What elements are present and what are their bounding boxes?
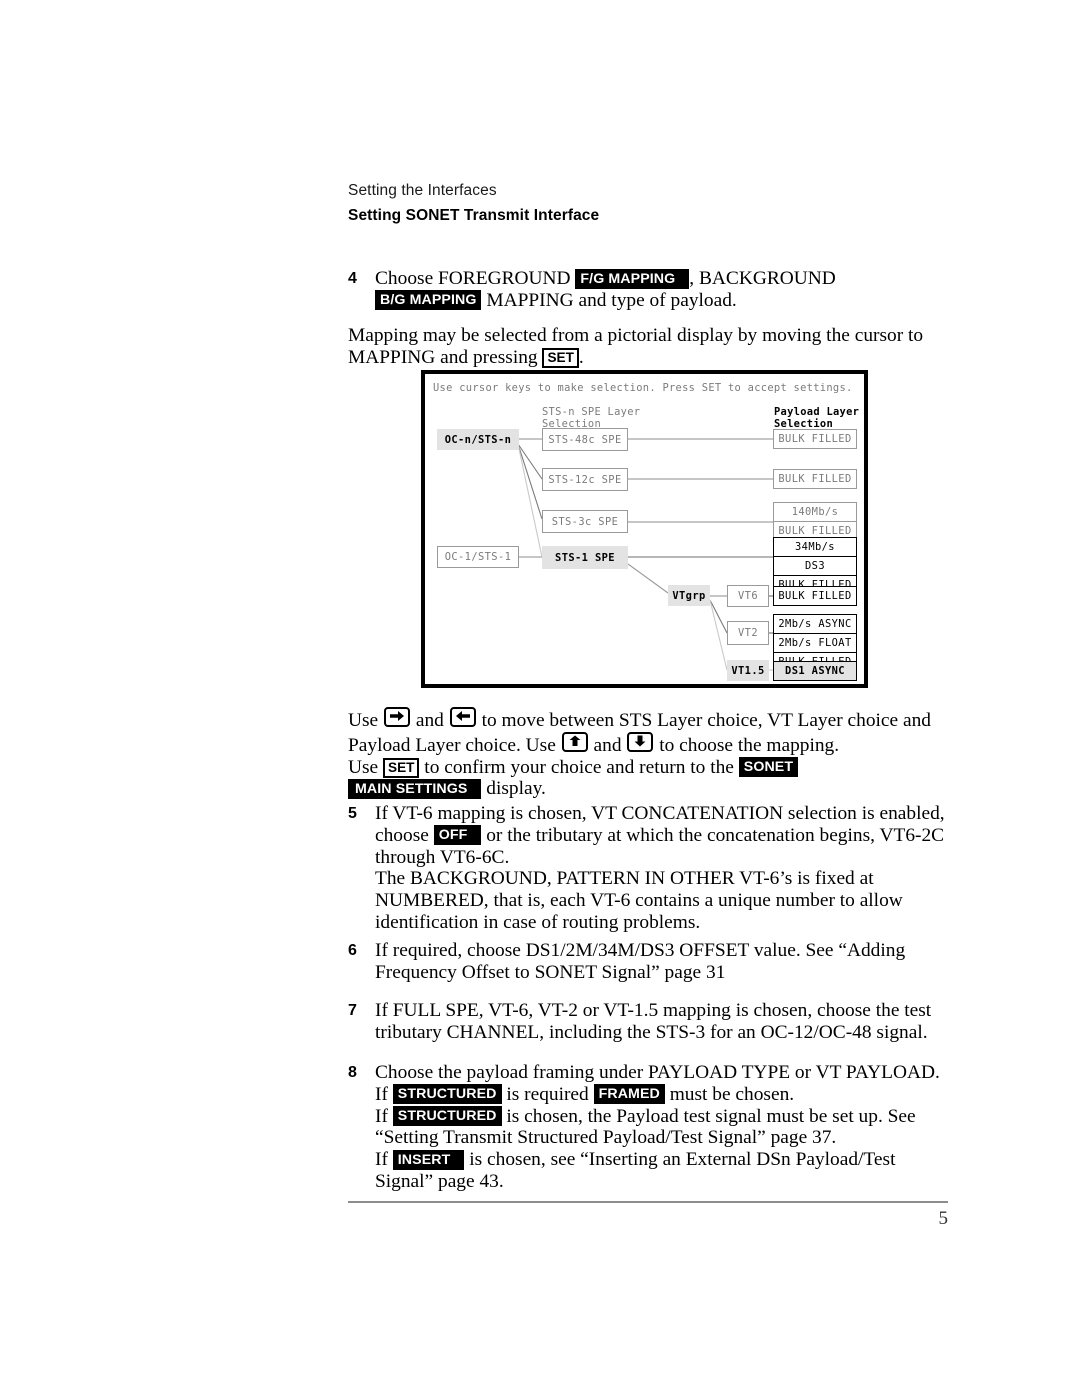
key-off[interactable]: OFF: [433, 825, 482, 846]
lcd-payload-2mbs-async[interactable]: 2Mb/s ASYNC: [773, 614, 857, 634]
step-8-text-5: If: [375, 1105, 393, 1127]
step-8-text-3: is required: [501, 1083, 594, 1105]
step-6-body: If required, choose DS1/2M/34M/DS3 OFFSE…: [375, 940, 906, 983]
step-7: 7 If FULL SPE, VT-6, VT-2 or VT-1.5 mapp…: [348, 1000, 948, 1044]
step-6: 6 If required, choose DS1/2M/34M/DS3 OFF…: [348, 940, 948, 984]
lcd-node-vtgrp[interactable]: VTgrp: [668, 585, 710, 606]
mapping-text-2: .: [578, 346, 584, 368]
step-7-body: If FULL SPE, VT-6, VT-2 or VT-1.5 mappin…: [375, 1000, 932, 1043]
payload-layer-heading-line1: Payload Layer: [774, 406, 860, 418]
lcd-screen-area: Use cursor keys to make selection. Press…: [425, 374, 864, 684]
lcd-payload-140mbs[interactable]: 140Mb/s: [773, 502, 857, 522]
lcd-node-sts-1-spe[interactable]: STS-1 SPE: [542, 546, 628, 569]
lcd-node-vt1-5[interactable]: VT1.5: [727, 660, 769, 681]
use-text-1: Use: [348, 710, 384, 731]
running-head: Setting the Interfaces: [348, 182, 497, 199]
key-sonet[interactable]: SONET: [738, 757, 799, 778]
step-4-text-3: MAPPING and type of payload.: [481, 289, 737, 311]
page-number: 5: [938, 1208, 949, 1229]
mapping-text-1: Mapping may be selected from a pictorial…: [348, 325, 924, 368]
key-insert[interactable]: INSERT: [392, 1149, 465, 1170]
key-fg-mapping[interactable]: F/G MAPPING: [575, 268, 690, 289]
lcd-payload-ds3[interactable]: DS3: [773, 556, 857, 576]
arrow-left-icon[interactable]: [449, 707, 476, 727]
step-8-text-1: Choose the payload framing under PAYLOAD…: [375, 1062, 940, 1083]
step-7-number: 7: [348, 1002, 357, 1019]
step-5-text-3: The BACKGROUND, PATTERN IN OTHER VT-6’s …: [375, 868, 903, 933]
lcd-node-sts-48c-spe[interactable]: STS-48c SPE: [542, 428, 628, 451]
step-4-body: Choose FOREGROUND F/G MAPPING, BACKGROUN…: [375, 268, 948, 312]
lcd-payload-bulk-filled-vt6[interactable]: BULK FILLED: [773, 586, 857, 606]
arrow-down-icon[interactable]: [627, 731, 654, 752]
use-text-2: and: [411, 710, 449, 731]
step-5: 5 If VT-6 mapping is chosen, VT CONCATEN…: [348, 803, 948, 934]
lcd-mapping-display[interactable]: Use cursor keys to make selection. Press…: [421, 370, 868, 688]
key-structured-1[interactable]: STRUCTURED: [392, 1084, 502, 1105]
paragraph-mapping-selection: Mapping may be selected from a pictorial…: [348, 325, 948, 369]
use-text-6: Use: [348, 756, 384, 778]
paragraph-cursor-keys: Use and to move between STS Layer choice…: [348, 707, 948, 800]
step-8-body: Choose the payload framing under PAYLOAD…: [375, 1062, 948, 1193]
lcd-prompt: Use cursor keys to make selection. Press…: [433, 382, 853, 394]
lcd-node-sts-12c-spe[interactable]: STS-12c SPE: [542, 468, 628, 491]
key-structured-2[interactable]: STRUCTURED: [392, 1106, 502, 1127]
use-text-5: to choose the mapping.: [654, 734, 840, 756]
arrow-right-icon[interactable]: [384, 707, 411, 727]
step-8-text-4: must be chosen.: [664, 1083, 795, 1105]
key-set-2[interactable]: SET: [383, 757, 420, 778]
key-framed[interactable]: FRAMED: [593, 1084, 665, 1105]
step-8-number: 8: [348, 1064, 357, 1081]
step-5-number: 5: [348, 805, 357, 822]
lcd-payload-bulk-filled-12c[interactable]: BULK FILLED: [773, 469, 857, 489]
lcd-node-sts-3c-spe[interactable]: STS-3c SPE: [542, 510, 628, 533]
lcd-node-vt2[interactable]: VT2: [727, 621, 769, 645]
use-text-4: and: [588, 734, 627, 756]
step-4-number: 4: [348, 270, 357, 287]
lcd-payload-34mbs[interactable]: 34Mb/s: [773, 537, 857, 557]
key-bg-mapping[interactable]: B/G MAPPING: [375, 290, 482, 311]
step-4-text-1: Choose FOREGROUND: [375, 268, 576, 289]
step-6-number: 6: [348, 942, 357, 959]
step-5-body: If VT-6 mapping is chosen, VT CONCATENAT…: [375, 803, 948, 934]
lcd-payload-2mbs-float[interactable]: 2Mb/s FLOAT: [773, 633, 857, 653]
key-set-1[interactable]: SET: [542, 347, 579, 368]
key-main-settings[interactable]: MAIN SETTINGS: [348, 778, 482, 799]
footer-rule: [348, 1201, 948, 1203]
lcd-node-oc-n-sts-n[interactable]: OC-n/STS-n: [437, 429, 519, 450]
step-4: 4 Choose FOREGROUND F/G MAPPING, BACKGRO…: [348, 268, 948, 312]
use-text-7: to confirm your choice and return to the: [419, 756, 739, 778]
section-title: Setting SONET Transmit Interface: [348, 207, 600, 224]
use-text-8: display.: [481, 778, 546, 800]
step-4-text-2: , BACKGROUND: [689, 268, 836, 289]
lcd-payload-bulk-filled-48c[interactable]: BULK FILLED: [773, 429, 857, 449]
step-8-text-7: If: [375, 1149, 393, 1171]
arrow-up-icon[interactable]: [561, 731, 588, 752]
lcd-node-oc-1-sts-1[interactable]: OC-1/STS-1: [437, 546, 519, 568]
sts-layer-heading-line1: STS-n SPE Layer: [542, 406, 641, 418]
step-8-text-2: If: [375, 1083, 393, 1105]
step-8: 8 Choose the payload framing under PAYLO…: [348, 1062, 948, 1193]
lcd-node-vt6[interactable]: VT6: [727, 585, 769, 607]
lcd-payload-ds1-async[interactable]: DS1 ASYNC: [773, 661, 857, 681]
document-page: Setting the Interfaces Setting SONET Tra…: [0, 0, 1080, 1397]
